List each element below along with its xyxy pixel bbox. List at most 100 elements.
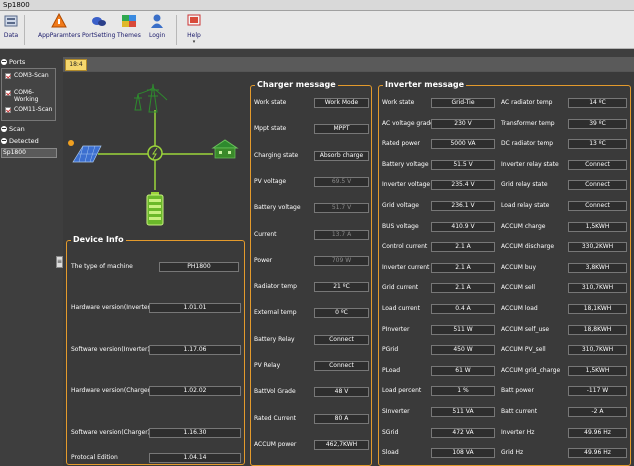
inverter-label: AC voltage grade	[382, 119, 434, 127]
house-icon	[211, 139, 239, 159]
inverter-label: Inverter Hz	[501, 428, 535, 436]
charger-value: Work Mode	[314, 98, 369, 108]
portsetting-button[interactable]: PortSetting	[82, 13, 115, 39]
inverter-label: SInverter	[382, 408, 410, 415]
charger-value: 51.7 V	[314, 203, 369, 214]
solar-panel-icon	[68, 140, 102, 163]
themes-button-label: Themes	[117, 32, 141, 39]
inverter-value: 472 VA	[431, 427, 495, 438]
inverter-label: ACCUM buy	[501, 263, 537, 271]
inverter-value: 18,1KWH	[568, 304, 627, 314]
data-button[interactable]: Data	[3, 13, 19, 39]
inverter-value: 511 VA	[431, 407, 495, 417]
ribbon-toolbar: Data AppParamters PortSetting Themes Log…	[0, 11, 634, 49]
device-info-value: 1.01.01	[149, 303, 241, 313]
charger-label: BattVol Grade	[254, 388, 296, 396]
battery-icon	[146, 192, 164, 226]
inverter-label: Batt current	[501, 408, 538, 415]
inverter-value: 3,8KWH	[568, 262, 627, 273]
charger-label: Radiator temp	[254, 283, 297, 291]
inverter-value: 1,5KWH	[568, 365, 627, 376]
window-title: Sp1800	[3, 1, 30, 9]
inverter-label: ACCUM self_use	[501, 325, 550, 333]
title-bar: Sp1800	[0, 0, 634, 11]
inverter-label: PLoad	[382, 366, 401, 374]
main-content: Device Info The type of machine PH1800 H…	[63, 71, 634, 466]
inverter-value: 1 %	[431, 386, 495, 397]
port-item[interactable]: COM3-Scan	[5, 72, 57, 81]
inverter-message-title: Inverter message	[383, 80, 467, 89]
themes-button[interactable]: Themes	[117, 13, 141, 39]
ports-header[interactable]: Ports	[0, 58, 58, 67]
inverter-value: Connect	[568, 201, 627, 211]
inverter-value: 61 W	[431, 365, 495, 376]
inverter-value: 2.1 A	[431, 262, 495, 273]
device-info-panel: Device Info The type of machine PH1800 H…	[66, 235, 245, 465]
inverter-label: Grid voltage	[382, 202, 419, 209]
device-info-label: Protocal Edition	[71, 454, 118, 461]
detected-device-item[interactable]: Sp1800	[1, 148, 57, 158]
port-item[interactable]: COM6-Working	[5, 89, 57, 103]
tab-device[interactable]: 18:4	[65, 59, 87, 71]
charger-value: MPPT	[314, 124, 369, 135]
chevron-down-icon[interactable]: ▾	[193, 39, 196, 45]
checkbox-icon[interactable]	[5, 73, 11, 79]
device-info-label: Software version(Charger)	[71, 429, 151, 436]
charger-label: External temp	[254, 309, 297, 317]
port-item[interactable]: COM11-Scan	[5, 106, 57, 115]
inverter-value: 410.9 V	[431, 221, 495, 232]
inverter-label: ACCUM charge	[501, 222, 546, 230]
inverter-value: 108 VA	[431, 448, 495, 459]
appparamters-button[interactable]: AppParamters	[38, 12, 80, 39]
help-button-label: Help	[187, 32, 201, 39]
inverter-value: 2.1 A	[431, 283, 495, 294]
inverter-label: ACCUM discharge	[501, 243, 555, 251]
scan-header[interactable]: Scan	[0, 125, 58, 134]
collapse-icon	[1, 59, 7, 65]
login-button-label: Login	[149, 32, 166, 39]
device-info-value: 1.16.30	[149, 428, 241, 438]
energy-flow-diagram	[68, 83, 239, 226]
charger-label: Battery Relay	[254, 335, 295, 343]
inverter-label: Load relay state	[501, 202, 550, 209]
device-info-value: 1.04.14	[149, 453, 241, 463]
inverter-value: 511 W	[431, 324, 495, 335]
inverter-value: Connect	[568, 180, 627, 191]
login-button[interactable]: Login	[149, 13, 165, 39]
inverter-label: Battery voltage	[382, 160, 429, 168]
inverter-label: SGrid	[382, 428, 399, 436]
charger-label: PV Relay	[254, 362, 281, 369]
inverter-value: 2.1 A	[431, 242, 495, 253]
inverter-message-panel: Inverter message Work state Grid-Tie AC vo…	[378, 80, 631, 466]
panel-collapse-handle[interactable]: ≡	[56, 256, 63, 268]
help-icon	[186, 13, 202, 29]
inverter-label: Grid relay state	[501, 181, 548, 189]
collapse-icon	[1, 126, 7, 132]
help-button[interactable]: Help ▾	[186, 13, 202, 45]
charger-label: Rated Current	[254, 414, 297, 422]
inverter-label: Inverter relay state	[501, 160, 559, 168]
checkbox-icon[interactable]	[5, 90, 11, 96]
inverter-label: ACCUM PV_sell	[501, 346, 546, 354]
inverter-label: Load percent	[382, 387, 422, 395]
inverter-label: Rated power	[382, 140, 421, 148]
inverter-value: 236.1 V	[431, 201, 495, 211]
inverter-value: 13 ºC	[568, 139, 627, 150]
inverter-value: Grid-Tie	[431, 98, 495, 108]
inverter-label: Grid current	[382, 284, 419, 292]
inverter-value: -2 A	[568, 407, 627, 417]
charger-value: Absorb charge	[314, 150, 369, 161]
detected-header[interactable]: Detected	[0, 137, 58, 146]
checkbox-icon[interactable]	[5, 107, 11, 113]
inverter-value: 235.4 V	[431, 180, 495, 191]
inverter-label: PInverter	[382, 325, 410, 333]
inverter-label: Sload	[382, 449, 399, 457]
inverter-label: Inverter current	[382, 263, 430, 271]
inverter-value: 39 ºC	[568, 118, 627, 129]
device-info-value: 1.17.06	[149, 345, 241, 355]
inverter-label: DC radiator temp	[501, 140, 554, 148]
inverter-value: 1,5KWH	[568, 221, 627, 232]
inverter-label: ACCUM grid_charge	[501, 366, 561, 374]
inverter-value: 51.5 V	[431, 159, 495, 170]
inverter-value: 14 ºC	[568, 98, 627, 108]
